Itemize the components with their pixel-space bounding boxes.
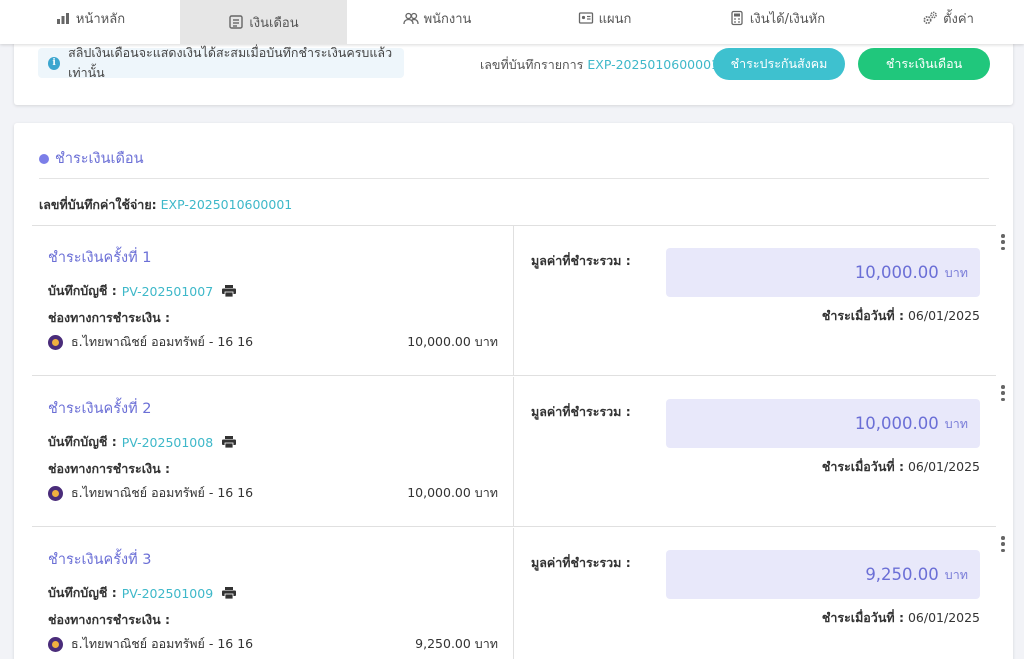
tab-home[interactable]: หน้าหลัก [0, 0, 180, 36]
more-options-icon[interactable] [1000, 536, 1006, 552]
channel-label: ช่องทางการชำระเงิน : [48, 461, 170, 476]
voucher-label: บันทึกบัญชี : [48, 283, 117, 298]
total-currency: บาท [944, 566, 968, 582]
total-box: 9,250.00 บาท [666, 550, 980, 599]
bullet-dot-icon [39, 153, 49, 164]
section-title: ชำระเงินเดือน [39, 147, 144, 170]
payment-details: ชำระเงินครั้งที่ 2 บันทึกบัญชี : PV-2025… [32, 377, 514, 527]
info-message: สลิปเงินเดือนจะแสดงเงินได้สะสมเมื่อบันทึ… [68, 45, 393, 80]
info-notice: i สลิปเงินเดือนจะแสดงเงินได้สะสมเมื่อบัน… [38, 45, 404, 80]
total-label: มูลค่าที่ชำระรวม : [531, 404, 631, 419]
date-label: ชำระเมื่อวันที่ : [821, 308, 904, 323]
tab-income-deduction[interactable]: เงินได้/เงินหัก [682, 0, 872, 36]
date-label: ชำระเมื่อวันที่ : [821, 459, 904, 474]
channel-label: ช่องทางการชำระเงิน : [48, 612, 170, 627]
channel-label: ช่องทางการชำระเงิน : [48, 310, 170, 325]
bank-row: ธ.ไทยพาณิชย์ ออมทรัพย์ - 16 16 10,000.00… [48, 332, 498, 352]
info-icon: i [48, 56, 61, 70]
bank-name: ธ.ไทยพาณิชย์ ออมทรัพย์ - 16 16 [71, 485, 254, 500]
print-icon[interactable] [222, 436, 237, 448]
total-amount: 10,000.00 [854, 263, 939, 282]
bank-amount: 10,000.00 บาท [407, 485, 498, 500]
date-value: 06/01/2025 [907, 459, 980, 474]
payment-item: ชำระเงินครั้งที่ 3 บันทึกบัญชี : PV-2025… [32, 528, 1005, 659]
bank-logo-icon [48, 485, 63, 501]
total-label: มูลค่าที่ชำระรวม : [531, 555, 631, 570]
salary-payment-card: ชำระเงินเดือน เลขที่บันทึกค่าใช้จ่าย: EX… [14, 123, 1013, 659]
tab-employees[interactable]: พนักงาน [347, 0, 527, 36]
paid-date: ชำระเมื่อวันที่ : 06/01/2025 [822, 306, 980, 326]
tab-settings[interactable]: ตั้งค่า [872, 0, 1024, 36]
payment-summary: มูลค่าที่ชำระรวม : 10,000.00 บาท ชำระเมื… [515, 226, 1005, 376]
voucher-row: บันทึกบัญชี : PV-202501007 [48, 281, 237, 301]
payment-summary: มูลค่าที่ชำระรวม : 9,250.00 บาท ชำระเมื่… [515, 528, 1005, 659]
tab-label: เงินเดือน [249, 15, 299, 31]
tab-label: หน้าหลัก [75, 11, 126, 27]
more-options-icon[interactable] [1000, 234, 1006, 250]
section-title-text: ชำระเงินเดือน [55, 151, 144, 167]
bank-row: ธ.ไทยพาณิชย์ ออมทรัพย์ - 16 16 10,000.00… [48, 483, 498, 503]
expense-number-link[interactable]: EXP-2025010600001 [161, 197, 293, 212]
bank-row: ธ.ไทยพาณิชย์ ออมทรัพย์ - 16 16 9,250.00 … [48, 634, 498, 654]
action-card: i สลิปเงินเดือนจะแสดงเงินได้สะสมเมื่อบัน… [14, 40, 1013, 105]
total-label: มูลค่าที่ชำระรวม : [531, 253, 631, 268]
total-currency: บาท [944, 264, 968, 280]
tab-payroll[interactable]: เงินเดือน [180, 0, 347, 44]
payment-title: ชำระเงินครั้งที่ 3 [48, 552, 152, 568]
more-options-icon[interactable] [1000, 385, 1006, 401]
date-value: 06/01/2025 [907, 308, 980, 323]
bank-name: ธ.ไทยพาณิชย์ ออมทรัพย์ - 16 16 [71, 636, 254, 651]
paid-date: ชำระเมื่อวันที่ : 06/01/2025 [822, 457, 980, 477]
bank-logo-icon [48, 334, 63, 350]
bank-name: ธ.ไทยพาณิชย์ ออมทรัพย์ - 16 16 [71, 334, 254, 349]
total-currency: บาท [944, 415, 968, 431]
voucher-label: บันทึกบัญชี : [48, 585, 117, 600]
users-icon [402, 12, 419, 25]
voucher-link[interactable]: PV-202501009 [122, 586, 213, 601]
expense-label: เลขที่บันทึกค่าใช้จ่าย: [39, 197, 157, 212]
print-icon[interactable] [222, 285, 237, 297]
bank-amount: 9,250.00 บาท [415, 636, 498, 651]
total-amount: 9,250.00 [865, 565, 939, 584]
payment-details: ชำระเงินครั้งที่ 3 บันทึกบัญชี : PV-2025… [32, 528, 514, 659]
payment-item: ชำระเงินครั้งที่ 2 บันทึกบัญชี : PV-2025… [32, 377, 1005, 527]
pay-social-security-button[interactable]: ชำระประกันสังคม [713, 48, 845, 80]
id-card-icon [578, 12, 593, 24]
total-box: 10,000.00 บาท [666, 248, 980, 297]
date-value: 06/01/2025 [907, 610, 980, 625]
paid-date: ชำระเมื่อวันที่ : 06/01/2025 [822, 608, 980, 628]
bank-amount: 10,000.00 บาท [407, 334, 498, 349]
payroll-icon [229, 15, 244, 29]
bank-logo-icon [48, 636, 63, 652]
voucher-link[interactable]: PV-202501007 [122, 284, 213, 299]
payment-title: ชำระเงินครั้งที่ 1 [48, 250, 152, 266]
voucher-label: บันทึกบัญชี : [48, 434, 117, 449]
payment-summary: มูลค่าที่ชำระรวม : 10,000.00 บาท ชำระเมื… [515, 377, 1005, 527]
total-amount: 10,000.00 [854, 414, 939, 433]
payment-details: ชำระเงินครั้งที่ 1 บันทึกบัญชี : PV-2025… [32, 226, 514, 376]
calculator-icon [731, 10, 743, 26]
top-nav: หน้าหลัก เงินเดือน พนักงาน แผนก เงินได้/… [0, 0, 1024, 44]
date-label: ชำระเมื่อวันที่ : [821, 610, 904, 625]
tab-departments[interactable]: แผนก [527, 0, 682, 36]
total-box: 10,000.00 บาท [666, 399, 980, 448]
divider [39, 178, 989, 179]
tab-label: ตั้งค่า [943, 11, 974, 27]
print-icon[interactable] [222, 587, 237, 599]
pay-salary-button[interactable]: ชำระเงินเดือน [858, 48, 990, 80]
bar-chart-icon [56, 13, 69, 24]
voucher-row: บันทึกบัญชี : PV-202501009 [48, 583, 237, 603]
tab-label: เงินได้/เงินหัก [749, 11, 826, 27]
voucher-row: บันทึกบัญชี : PV-202501008 [48, 432, 237, 452]
doc-number-link[interactable]: EXP-2025010600001 [587, 57, 719, 72]
doc-label: เลขที่บันทึกรายการ [480, 57, 584, 72]
voucher-link[interactable]: PV-202501008 [122, 435, 213, 450]
tab-label: แผนก [598, 11, 632, 27]
tab-label: พนักงาน [423, 11, 472, 27]
gears-icon [923, 11, 937, 25]
payment-item: ชำระเงินครั้งที่ 1 บันทึกบัญชี : PV-2025… [32, 226, 1005, 376]
payment-title: ชำระเงินครั้งที่ 2 [48, 401, 152, 417]
document-reference: เลขที่บันทึกรายการ EXP-2025010600001 [480, 55, 719, 75]
expense-record: เลขที่บันทึกค่าใช้จ่าย: EXP-202501060000… [39, 195, 292, 215]
